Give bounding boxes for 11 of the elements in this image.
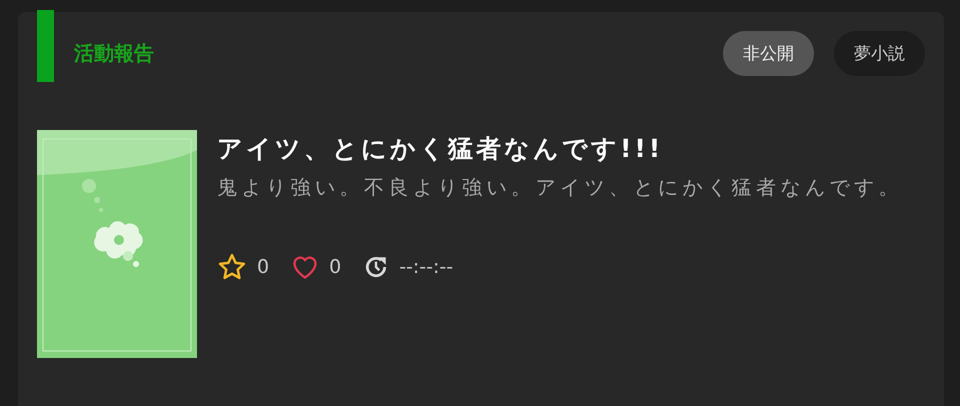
like-count: 0 (329, 256, 342, 278)
heart-icon (291, 254, 320, 280)
tag: 夢小説 (834, 30, 925, 76)
star-icon (217, 252, 247, 282)
star-count: 0 (257, 256, 270, 278)
section-title: 活動報告 (74, 40, 155, 66)
entry-description: 鬼より強い。不良より強い。アイツ、とにかく猛者なんです。 (217, 174, 904, 201)
tag: 非公開 (723, 30, 814, 76)
updated-time: --:--:-- (399, 256, 454, 278)
accent-bar (37, 10, 54, 82)
entry-title: アイツ、とにかく猛者なんです!!! (217, 133, 664, 165)
